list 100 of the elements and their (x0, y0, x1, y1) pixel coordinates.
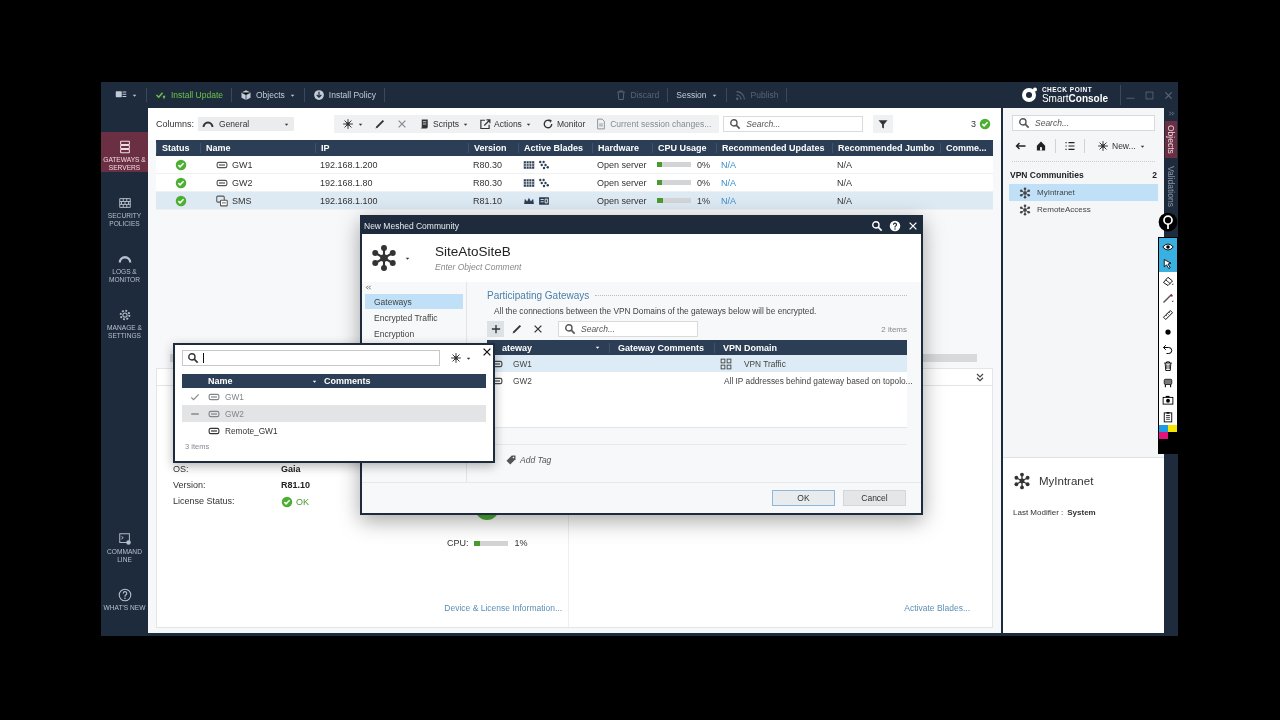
help-icon (117, 588, 132, 602)
expand-icon[interactable] (1167, 110, 1175, 117)
terminal-icon (117, 532, 132, 546)
add-tag-link[interactable]: Add Tag (520, 455, 552, 465)
list-item[interactable]: MyIntranet (1009, 184, 1158, 201)
table-row[interactable]: GW2 192.168.1.80 R80.30 Open server 0% N/A N/A (156, 174, 993, 192)
tool-button[interactable] (1159, 238, 1177, 255)
comment-field[interactable]: Enter Object Comment (435, 262, 522, 272)
column-header[interactable]: Version (468, 143, 518, 153)
tag-icon (505, 454, 517, 466)
column-header[interactable]: IP (315, 143, 468, 153)
grid-icon (523, 158, 535, 171)
refresh-icon (541, 118, 554, 130)
table-row[interactable]: SMS 192.168.1.100 R81.10 Open server 1% N/A N/A (156, 192, 993, 210)
pin-icon[interactable] (1158, 212, 1178, 232)
pencil-icon (510, 323, 523, 335)
menu-button[interactable] (113, 88, 147, 102)
tool-button[interactable] (1159, 255, 1177, 272)
help-icon[interactable] (889, 219, 901, 232)
toolbar-button[interactable]: Monitor (537, 118, 590, 130)
close-icon (481, 346, 493, 358)
columns-dropdown[interactable]: General (198, 117, 294, 131)
nav-item[interactable]: Gateways (365, 294, 463, 309)
broadcast-icon (734, 89, 747, 101)
toolbar-button[interactable]: Session (668, 88, 727, 102)
section-count: 2 (1152, 170, 1157, 180)
mesh-icon[interactable] (370, 244, 398, 272)
column-header[interactable]: CPU Usage (652, 143, 716, 153)
ok-button[interactable]: OK (772, 490, 835, 506)
column-header[interactable]: Recommended Updates (716, 143, 832, 153)
search-field[interactable] (182, 350, 440, 366)
side-tab[interactable]: Objects (1165, 121, 1177, 158)
list-item[interactable]: RemoteAccess (1009, 201, 1158, 218)
table-cell: GW1 (232, 159, 253, 170)
collapse-icon[interactable] (974, 371, 986, 383)
grid-icon (117, 196, 132, 210)
list-icon[interactable] (1064, 140, 1076, 152)
column-header[interactable]: Active Blades (518, 143, 592, 153)
toolbar-button[interactable]: Install Policy (304, 88, 386, 102)
filter-icon (877, 118, 890, 130)
table-link[interactable]: N/A (716, 159, 832, 170)
table-cell-text: R80.30 (472, 159, 504, 170)
column-header[interactable]: Name (208, 376, 324, 386)
search-field[interactable]: Search... (558, 321, 698, 337)
download-icon (312, 89, 325, 101)
columns-label: Columns: (156, 119, 194, 129)
back-icon[interactable] (1015, 140, 1027, 152)
home-icon[interactable] (1035, 140, 1047, 152)
search-field[interactable]: Search... (723, 116, 864, 132)
column-header[interactable]: Recommended Jumbo (832, 143, 940, 153)
activate-blades-link[interactable]: Activate Blades... (904, 603, 970, 613)
search-icon (1018, 117, 1030, 129)
star-icon (1097, 140, 1109, 152)
table-cell-text: N/A (836, 195, 853, 206)
table-row[interactable]: GW1 192.168.1.200 R80.30 Open server 0% N/A N/A (156, 156, 993, 174)
check-icon (281, 496, 293, 508)
search-icon[interactable] (871, 219, 883, 232)
toolbar-button[interactable]: Install Update (147, 88, 232, 102)
column-header[interactable]: Comme... (940, 143, 993, 153)
toolbar-button[interactable]: Objects (232, 88, 305, 102)
close-button[interactable] (481, 346, 491, 356)
cpu-reading: 0% (697, 159, 710, 170)
table-cell-text: All IP addresses behind gateway based on topolo... (723, 375, 913, 386)
object-name: MyIntranet (1039, 475, 1094, 487)
logo-icon (1020, 87, 1037, 103)
cpu-bar (657, 198, 691, 203)
new-button[interactable]: New... (1093, 140, 1150, 152)
nav-item[interactable]: Encryption (365, 326, 463, 341)
list-row[interactable]: Remote_GW1 (182, 422, 486, 439)
detail-label: OS: (173, 464, 190, 474)
table-cell-text: Open server (596, 177, 648, 188)
settings-icon (117, 308, 132, 322)
column-header[interactable]: Hardware (592, 143, 652, 153)
table-cell: GW1 (225, 391, 244, 402)
table-link[interactable]: N/A (716, 177, 832, 188)
nav-item[interactable]: Encrypted Traffic (365, 310, 463, 325)
side-tab[interactable]: Validations (1165, 161, 1177, 211)
toolbar-button[interactable]: Actions (475, 118, 536, 130)
column-header[interactable]: VPN Domain (714, 342, 907, 353)
device-info-link[interactable]: Device & License Information... (444, 603, 562, 613)
filter-button[interactable] (873, 115, 894, 133)
column-header[interactable]: Name (200, 143, 315, 153)
column-header[interactable]: Gateway Comments (609, 342, 714, 353)
mesh-icon (1019, 186, 1031, 199)
grid-icon (523, 176, 535, 189)
cancel-button[interactable]: Cancel (843, 490, 906, 506)
object-name: SiteAtoSiteB (435, 244, 512, 259)
color-palette[interactable] (1159, 425, 1177, 453)
section-title: VPN Communities (1010, 170, 1084, 180)
search-field[interactable]: Search... (1012, 115, 1155, 131)
table-cell-text: 192.168.1.80 (319, 177, 374, 188)
column-header[interactable]: Comments (324, 376, 486, 386)
dialog-title: New Meshed Community (364, 220, 459, 231)
toolbar-button[interactable]: Scripts (414, 118, 473, 130)
detail-value: Gaia (281, 464, 302, 474)
pen-icon (1162, 291, 1174, 304)
cube-icon (240, 89, 252, 101)
table-cell-text: GW2 (512, 375, 532, 386)
column-header[interactable]: Status (156, 143, 200, 153)
add-button[interactable] (487, 321, 504, 337)
